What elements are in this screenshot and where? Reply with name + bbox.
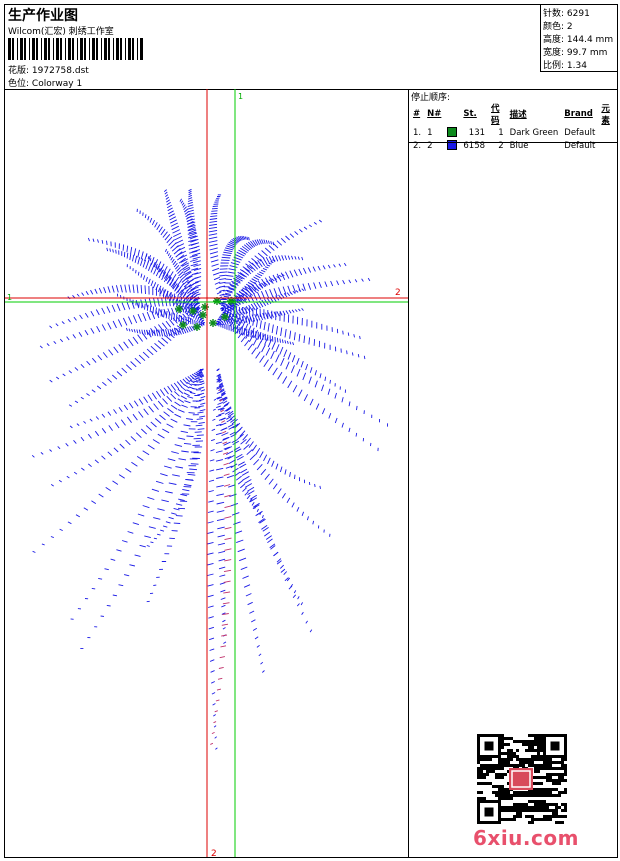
flower-petals — [31, 188, 389, 750]
vertical-red-label: 2 — [211, 849, 217, 857]
col-code: 代码 — [491, 104, 500, 126]
sheet-header: 生产作业图 Wilcom(汇宏) 刺绣工作室 花版: 1972758.dst 色… — [5, 5, 618, 90]
design-height: 高度: 144.4 mm — [543, 32, 613, 45]
qr-code-icon — [477, 734, 567, 824]
table-header-row: # N# St. 代码 描述 Brand 元素 — [410, 102, 617, 126]
row-element — [598, 126, 617, 139]
col-needle: N# — [427, 109, 442, 119]
color-swatch — [447, 127, 458, 138]
design-height-value: 144.4 mm — [566, 35, 614, 45]
production-sheet: 生产作业图 Wilcom(汇宏) 刺绣工作室 花版: 1972758.dst 色… — [4, 4, 618, 859]
color-count: 颜色: 2 — [543, 19, 573, 32]
row-color-swatch — [444, 139, 460, 152]
table-row: 1. 1 131 1 Dark Green Default — [410, 126, 617, 139]
colorway-label: 色位: — [8, 79, 30, 89]
horizontal-green-label: 1 — [7, 293, 12, 302]
stitch-count-label: 针数: — [543, 9, 565, 19]
design-width-label: 宽度: — [543, 48, 565, 58]
embroidery-canvas: 1 1 2 2 — [5, 89, 408, 859]
stop-panel-divider — [409, 142, 617, 143]
row-index: 1. — [413, 127, 422, 138]
row-code: 1 — [498, 127, 504, 138]
design-label: 花版: — [8, 66, 30, 76]
design-preview: 1 1 2 2 — [5, 89, 409, 859]
design-scale-label: 比例: — [543, 61, 565, 71]
vertical-green-label: 1 — [238, 92, 243, 101]
stitch-count: 针数: 6291 — [543, 6, 590, 19]
row-stitches: 131 — [468, 127, 486, 138]
design-file: 1972758.dst — [31, 66, 89, 76]
watermark-logo: 6xiu.com — [473, 826, 579, 850]
color-count-label: 颜色: — [543, 22, 565, 32]
colorway-value: Colorway 1 — [31, 79, 83, 89]
stop-sequence-table: # N# St. 代码 描述 Brand 元素 1. 1 131 1 Dark … — [410, 102, 617, 152]
design-scale-value: 1.34 — [566, 61, 587, 71]
col-color — [444, 102, 460, 126]
row-stitches: 6158 — [463, 140, 486, 151]
col-index: # — [413, 109, 421, 119]
design-height-label: 高度: — [543, 35, 565, 45]
col-element: 元素 — [601, 104, 610, 126]
design-width-value: 99.7 mm — [566, 48, 608, 58]
col-description: 描述 — [509, 110, 527, 120]
row-color-swatch — [444, 126, 460, 139]
color-count-value: 2 — [566, 22, 573, 32]
col-stitches: St. — [463, 109, 477, 119]
col-brand: Brand — [564, 109, 593, 119]
design-width: 宽度: 99.7 mm — [543, 45, 607, 58]
design-scale: 比例: 1.34 — [543, 58, 587, 71]
row-description: Dark Green — [509, 127, 559, 138]
row-index: 2. — [413, 140, 422, 151]
sheet-title: 生产作业图 — [8, 8, 78, 24]
company-name: Wilcom(汇宏) 刺绣工作室 — [8, 27, 114, 37]
colorway-line: 色位: Colorway 1 — [8, 76, 82, 89]
design-stats: 针数: 6291 颜色: 2 高度: 144.4 mm 宽度: 99.7 mm … — [540, 5, 618, 72]
row-needle: 1 — [427, 127, 433, 138]
row-element — [598, 139, 617, 152]
table-row: 2. 2 6158 2 Blue Default — [410, 139, 617, 152]
row-brand: Default — [564, 127, 596, 138]
design-file-line: 花版: 1972758.dst — [8, 63, 89, 76]
row-needle: 2 — [427, 140, 433, 151]
horizontal-red-label: 2 — [395, 288, 401, 298]
row-description: Blue — [509, 140, 529, 151]
stitch-count-value: 6291 — [566, 9, 590, 19]
row-brand: Default — [564, 140, 596, 151]
barcode-icon — [8, 38, 143, 60]
row-code: 2 — [498, 140, 504, 151]
